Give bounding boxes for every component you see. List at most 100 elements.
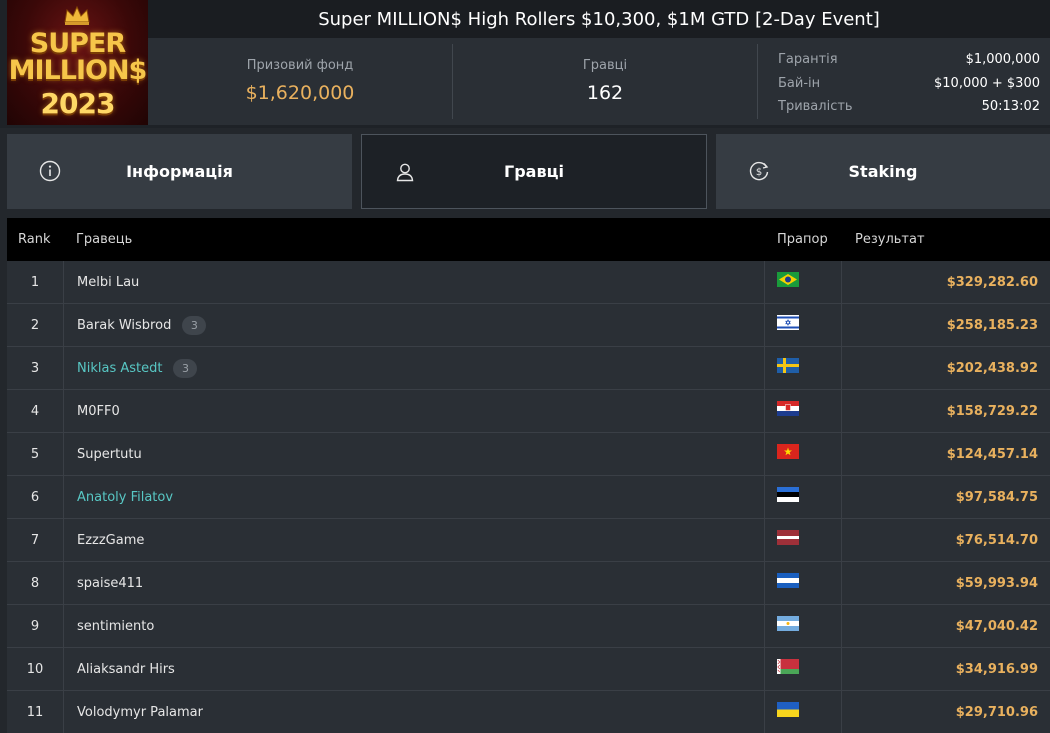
detail-value: $1,000,000 [965,52,1040,68]
header-rank[interactable]: Rank [18,232,50,247]
flag-cell [764,304,842,346]
result-cell: $329,282.60 [946,274,1038,290]
tab-info[interactable]: Інформація [7,134,352,209]
player-name: Barak Wisbrod [77,317,172,333]
result-cell: $76,514.70 [955,532,1038,548]
result-cell: $59,993.94 [955,575,1038,591]
title-bar: Super MILLION$ High Rollers $10,300, $1M… [148,0,1050,38]
tournament-title: Super MILLION$ High Rollers $10,300, $1M… [318,8,880,30]
rank-cell: 9 [7,605,64,647]
detail-guarantee: Гарантія $1,000,000 [778,48,1040,72]
player-badge[interactable]: 3 [173,358,198,378]
player-name: Volodymyr Palamar [77,704,203,720]
player-name-cell[interactable]: Niklas Astedt 3 [77,347,198,389]
tab-players[interactable]: Гравці [361,134,707,209]
table-row[interactable]: 4 M0FF0 $158,729.22 [7,390,1050,433]
table-row[interactable]: 3 Niklas Astedt 3 $202,438.92 [7,347,1050,390]
table-row[interactable]: 8 spaise411 $59,993.94 [7,562,1050,605]
svg-text:$: $ [756,167,762,178]
player-name: EzzzGame [77,532,145,548]
rank-cell: 11 [7,691,64,733]
player-name[interactable]: Niklas Astedt [77,361,162,376]
rank-cell: 8 [7,562,64,604]
table-row[interactable]: 9 sentimiento $47,040.42 [7,605,1050,648]
table-row[interactable]: 7 EzzzGame $76,514.70 [7,519,1050,562]
detail-key: Гарантія [778,52,838,68]
table-row[interactable]: 2 Barak Wisbrod 3 $258,185.23 [7,304,1050,347]
prize-pool-stat: Призовий фонд $1,620,000 [148,38,452,125]
player-name: Supertutu [77,446,142,462]
belarus-flag-icon [777,658,799,674]
flag-cell [764,390,842,432]
detail-value: 50:13:02 [981,99,1040,115]
players-table: Rank Гравець Прапор Результат 1 Melbi Lau… [7,218,1050,733]
crown-icon [64,5,90,25]
rank-cell: 7 [7,519,64,561]
header-flag[interactable]: Прапор [777,232,828,247]
prize-pool-value: $1,620,000 [245,82,355,104]
rank-cell: 10 [7,648,64,690]
player-name-cell: spaise411 [77,562,143,604]
rank-cell: 2 [7,304,64,346]
table-header: Rank Гравець Прапор Результат [7,218,1050,261]
rank-cell: 1 [7,261,64,303]
result-cell: $202,438.92 [946,360,1038,376]
result-cell: $158,729.22 [946,403,1038,419]
rank-cell: 4 [7,390,64,432]
detail-key: Тривалість [778,99,853,115]
player-name-cell: Supertutu [77,433,142,475]
header-player[interactable]: Гравець [76,232,132,247]
rank-cell: 5 [7,433,64,475]
rank-cell: 6 [7,476,64,518]
table-row[interactable]: 10 Aliaksandr Hirs $34,916.99 [7,648,1050,691]
player-name: Aliaksandr Hirs [77,661,175,677]
flag-cell [764,648,842,690]
flag-cell [764,347,842,389]
table-row[interactable]: 5 Supertutu $124,457.14 [7,433,1050,476]
croatia-flag-icon [777,400,799,416]
player-name: M0FF0 [77,403,120,419]
player-name-cell: sentimiento [77,605,154,647]
player-name-cell[interactable]: Anatoly Filatov [77,476,173,518]
estonia-flag-icon [777,486,799,502]
stats-divider [757,44,758,119]
detail-key: Бай-ін [778,75,821,91]
flag-cell [764,519,842,561]
result-cell: $29,710.96 [955,704,1038,720]
player-name: Melbi Lau [77,274,140,290]
player-name[interactable]: Anatoly Filatov [77,490,173,505]
israel-flag-icon [777,314,799,330]
header-result[interactable]: Результат [855,232,925,247]
argentina-flag-icon [777,615,799,631]
latvia-flag-icon [777,529,799,545]
brazil-flag-icon [777,271,799,287]
player-name-cell: Volodymyr Palamar [77,691,203,733]
player-name: sentimiento [77,618,155,634]
flag-cell [764,691,842,733]
detail-buyin: Бай-ін $10,000 + $300 [778,72,1040,96]
result-cell: $124,457.14 [946,446,1038,462]
nicaragua-flag-icon [777,572,799,588]
rank-cell: 3 [7,347,64,389]
super-millions-logo: SUPER MILLION$ 2023 [7,0,148,125]
flag-cell [764,433,842,475]
logo-line-millions: MILLION$ [8,55,148,86]
detail-value: $10,000 + $300 [934,75,1040,91]
logo-line-year: 2023 [40,87,116,120]
table-body: 1 Melbi Lau $329,282.60 2 Barak Wisbrod 3 $258… [7,261,1050,733]
table-row[interactable]: 1 Melbi Lau $329,282.60 [7,261,1050,304]
player-badge[interactable]: 3 [182,315,207,335]
table-row[interactable]: 6 Anatoly Filatov $97,584.75 [7,476,1050,519]
tab-staking[interactable]: $ Staking [716,134,1050,209]
result-cell: $34,916.99 [955,661,1038,677]
table-row[interactable]: 11 Volodymyr Palamar $29,710.96 [7,691,1050,733]
players-stat: Гравці 162 [453,38,757,125]
players-label: Гравці [582,58,628,73]
result-cell: $97,584.75 [955,489,1038,505]
ukraine-flag-icon [777,701,799,717]
tournament-header: SUPER MILLION$ 2023 Super MILLION$ High … [0,0,1050,128]
vietnam-flag-icon [777,443,799,459]
flag-cell [764,605,842,647]
staking-icon: $ [749,161,769,181]
player-name-cell: EzzzGame [77,519,144,561]
